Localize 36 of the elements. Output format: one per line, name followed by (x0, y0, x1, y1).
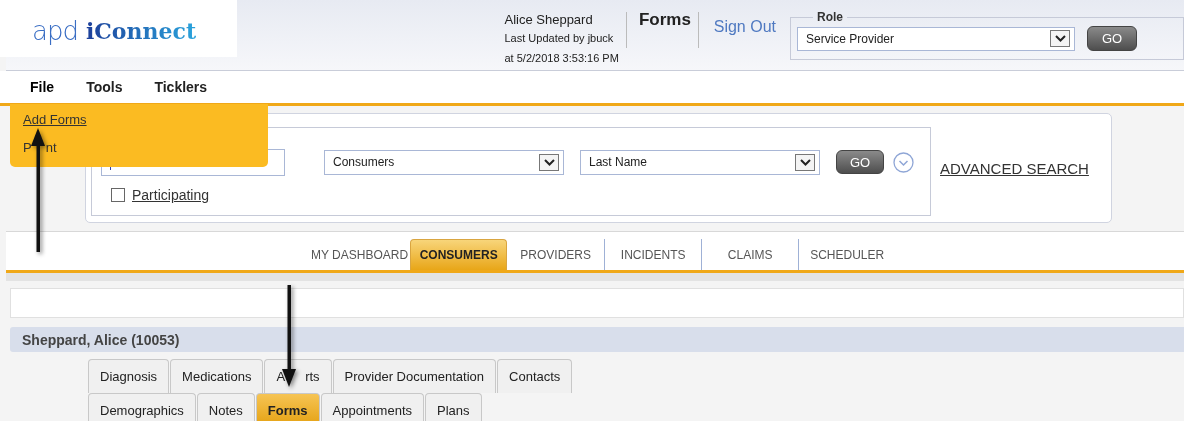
record-tab[interactable]: A rts (264, 359, 332, 393)
nav-tab[interactable]: CONSUMERS (410, 239, 508, 270)
record-tab[interactable]: Forms (255, 393, 320, 421)
search-go-button[interactable]: GO (836, 150, 884, 174)
record-tab[interactable]: Diagnosis (88, 359, 170, 393)
nav-tab[interactable]: MY DASHBOARD (311, 239, 411, 270)
participating-link[interactable]: Participating (132, 186, 210, 203)
search-in-select[interactable]: Consumers (324, 149, 564, 175)
nav-tab[interactable]: PROVIDERS (507, 239, 605, 270)
record-tab[interactable]: Medications (170, 359, 264, 393)
record-tab[interactable]: Appointments (320, 393, 425, 421)
menu-item[interactable]: Tools (86, 79, 123, 95)
advanced-search-link[interactable]: ADVANCED SEARCH (940, 159, 1089, 177)
nav-tab[interactable]: INCIDENTS (604, 239, 702, 270)
record-tab[interactable]: Notes (196, 393, 255, 421)
search-by-select[interactable]: Last Name (580, 149, 820, 175)
menu-item[interactable]: Ticklers (154, 79, 208, 95)
record-tab[interactable]: Plans (425, 393, 482, 421)
apd-iconnect-logo: apd iConnect (0, 0, 238, 57)
record-tab[interactable]: Provider Documentation (332, 359, 497, 393)
page-title: Forms (638, 10, 691, 30)
record-tab[interactable]: Demographics (88, 393, 196, 421)
user-name: Alice Sheppard (504, 12, 594, 27)
menu-item[interactable]: File (30, 79, 55, 95)
consumer-header: Sheppard, Alice (10053) (10, 327, 1184, 352)
sign-out-link[interactable]: Sign Out (713, 18, 776, 36)
role-select[interactable]: Service Provider (797, 26, 1075, 51)
role-legend: Role (813, 10, 847, 24)
last-updated-text: Last Updated by jbuck (504, 31, 615, 46)
nav-tab[interactable]: CLAIMS (701, 239, 799, 270)
updated-at-text: at 5/2/2018 3:53:16 PM (504, 51, 620, 66)
role-go-button[interactable]: GO (1087, 26, 1137, 51)
nav-tab[interactable]: SCHEDULER (798, 239, 896, 270)
record-tab[interactable]: Contacts (497, 359, 573, 393)
menu-option[interactable]: P nt (23, 140, 57, 155)
menu-option[interactable]: Add Forms (23, 112, 87, 127)
